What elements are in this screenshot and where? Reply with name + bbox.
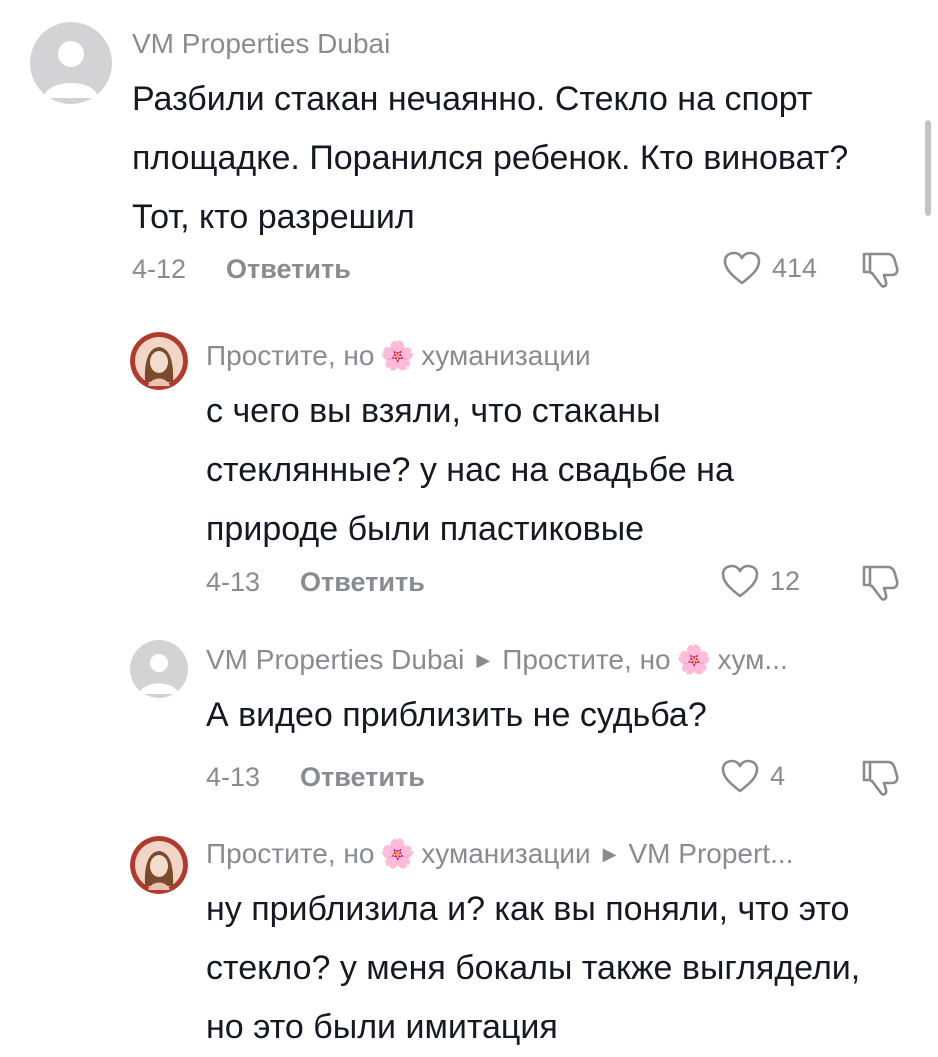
comment-username[interactable]: Простите, но 🌸 хуманизации xyxy=(206,340,591,372)
comment-line: с чего вы взяли, что стаканы xyxy=(206,392,661,430)
flower-icon: 🌸 xyxy=(380,838,416,869)
username-text: Простите, но xyxy=(206,340,375,371)
person-placeholder-icon xyxy=(44,41,98,98)
comment-line: Разбили стакан нечаянно. Стекло на спорт xyxy=(132,80,813,118)
reply-button[interactable]: Ответить xyxy=(300,762,425,793)
comment-line: стеклянные? у нас на свадьбе на xyxy=(206,451,734,489)
comment-text: с чего вы взяли, что стаканы стеклянные?… xyxy=(206,382,734,559)
thumbs-down-icon xyxy=(862,565,899,601)
like-count: 12 xyxy=(770,565,801,596)
reply-to-text: хум... xyxy=(717,644,788,675)
heart-outline-icon xyxy=(721,759,759,793)
comment-meta: 4-13 Ответить xyxy=(206,567,425,598)
avatar-default[interactable] xyxy=(30,22,112,104)
comment-line: природе были пластиковые xyxy=(206,510,645,548)
comment-text: ну приблизила и? как вы поняли, что это … xyxy=(206,880,860,1057)
comment-meta: 4-13 Ответить xyxy=(206,762,425,793)
comment-line: площадке. Поранился ребенок. Кто виноват… xyxy=(132,139,849,177)
comment-meta: 4-12 Ответить xyxy=(132,254,351,285)
like-button[interactable]: 12 xyxy=(720,563,800,599)
comment-text: А видео приблизить не судьба? xyxy=(206,686,707,745)
person-placeholder-icon xyxy=(140,654,178,694)
username-text: Простите, но xyxy=(206,838,375,869)
flower-icon: 🌸 xyxy=(380,340,416,371)
reply-arrow-icon: ▶ xyxy=(476,649,491,670)
username-text: хуманизации xyxy=(421,340,591,371)
comment-line: но это были имитация xyxy=(206,1008,558,1046)
comment-3: VM Properties Dubai ▶ Простите, но 🌸 хум… xyxy=(0,620,938,820)
comment-date: 4-13 xyxy=(206,567,261,597)
comment-username[interactable]: VM Properties Dubai xyxy=(132,28,390,60)
reply-button[interactable]: Ответить xyxy=(226,254,351,285)
user-avatar-icon xyxy=(130,332,188,390)
reply-to-text: Простите, но xyxy=(502,644,671,675)
user-avatar-icon xyxy=(130,836,188,894)
like-count: 4 xyxy=(770,760,786,791)
like-count: 414 xyxy=(772,252,818,283)
dislike-button[interactable] xyxy=(858,756,902,803)
comment-line: А видео приблизить не судьба? xyxy=(206,696,707,734)
avatar[interactable] xyxy=(130,836,188,894)
comment-text: Разбили стакан нечаянно. Стекло на спорт… xyxy=(132,70,848,247)
comment-username[interactable]: VM Properties Dubai ▶ Простите, но 🌸 хум… xyxy=(206,644,788,676)
avatar[interactable] xyxy=(130,332,188,390)
heart-outline-icon xyxy=(723,251,761,285)
reply-to-text: VM Propert... xyxy=(628,838,794,869)
thumbs-down-icon xyxy=(862,760,899,796)
comment-4: Простите, но 🌸 хуманизации ▶ VM Propert.… xyxy=(0,818,938,1046)
username-text: хуманизации xyxy=(421,838,591,869)
comment-2: Простите, но 🌸 хуманизации с чего вы взя… xyxy=(0,310,938,610)
reply-button[interactable]: Ответить xyxy=(300,567,425,598)
comment-line: стекло? у меня бокалы также выглядели, xyxy=(206,949,861,987)
reply-arrow-icon: ▶ xyxy=(602,843,617,864)
dislike-button[interactable] xyxy=(858,248,902,295)
comment-line: ну приблизила и? как вы поняли, что это xyxy=(206,890,850,928)
avatar-default[interactable] xyxy=(130,640,188,698)
dislike-button[interactable] xyxy=(858,561,902,608)
thumbs-down-icon xyxy=(862,252,899,288)
comment-line: Тот, кто разрешил xyxy=(132,198,415,236)
username-text: VM Properties Dubai xyxy=(132,28,391,59)
comment-1: VM Properties Dubai Разбили стакан нечая… xyxy=(0,0,938,300)
flower-icon: 🌸 xyxy=(676,644,712,675)
scrollbar[interactable] xyxy=(925,120,931,216)
like-button[interactable]: 414 xyxy=(722,250,817,286)
comment-date: 4-13 xyxy=(206,762,261,792)
heart-outline-icon xyxy=(721,564,759,598)
username-text: VM Properties Dubai xyxy=(206,644,465,675)
comment-username[interactable]: Простите, но 🌸 хуманизации ▶ VM Propert.… xyxy=(206,838,793,870)
comment-date: 4-12 xyxy=(132,254,187,284)
like-button[interactable]: 4 xyxy=(720,758,785,794)
